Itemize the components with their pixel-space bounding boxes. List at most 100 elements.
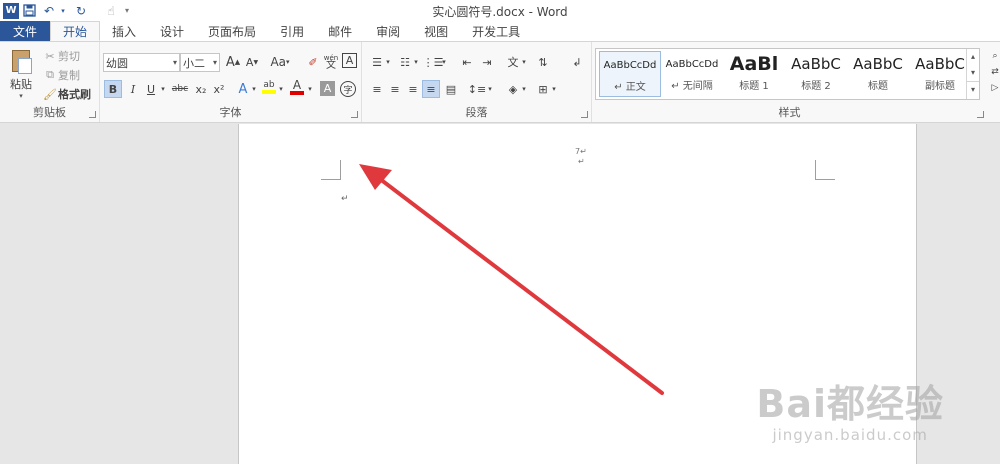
distributed-icon[interactable]: ▤	[442, 80, 460, 98]
tab-insert[interactable]: 插入	[100, 21, 148, 41]
style-title[interactable]: AaBbC 标题	[847, 51, 909, 97]
style-name: ↵ 正文	[614, 82, 646, 93]
borders-dropdown-icon[interactable]: ▾	[550, 80, 558, 98]
phonetic-bottom: 文	[326, 60, 336, 71]
font-size-combo[interactable]: 小二 ▾	[180, 53, 220, 72]
character-border-icon: A	[345, 54, 354, 67]
document-area[interactable]: 7↵ ↵ ↵ Bai都经验 jingyan.baidu.com	[0, 124, 1000, 464]
tab-review[interactable]: 审阅	[364, 21, 412, 41]
arrow-shaft	[374, 174, 664, 395]
paste-dropdown-icon[interactable]: ▾	[6, 92, 36, 100]
line-spacing-icon[interactable]: ↕≡	[468, 80, 486, 98]
copy-icon: ⧉	[46, 68, 54, 81]
change-case-button[interactable]: Aa ▾	[266, 53, 294, 71]
shading-dropdown-icon[interactable]: ▾	[520, 80, 528, 98]
sort-icon[interactable]: ⇅	[534, 53, 552, 71]
enclose-characters-button[interactable]: 字	[340, 81, 356, 97]
font-color-button[interactable]: A	[288, 78, 306, 96]
font-launcher-icon[interactable]	[351, 111, 358, 118]
styles-launcher-icon[interactable]	[977, 111, 984, 118]
clipboard-group: 粘贴 ▾ ✂ 剪切 ⧉ 复制 🖌 格式刷 剪贴板	[0, 42, 100, 122]
editing-group-partial: ⌕ ⇄ ▷	[990, 42, 1000, 122]
paste-button[interactable]: 粘贴 ▾	[6, 48, 36, 104]
select-icon[interactable]: ▷	[990, 80, 1000, 96]
bullets-dropdown-icon[interactable]: ▾	[384, 53, 392, 71]
cut-label: 剪切	[58, 50, 80, 63]
tab-design[interactable]: 设计	[148, 21, 196, 41]
tab-home[interactable]: 开始	[50, 21, 101, 41]
style-heading-2[interactable]: AaBbC 标题 2	[785, 51, 847, 97]
clipboard-launcher-icon[interactable]	[89, 111, 96, 118]
character-shading-button[interactable]: A	[320, 81, 335, 96]
numbering-dropdown-icon[interactable]: ▾	[412, 53, 420, 71]
chevron-down-icon: ▾	[212, 58, 217, 67]
strikethrough-icon: abc	[171, 84, 189, 94]
find-icon[interactable]: ⌕	[990, 48, 1000, 64]
highlight-button[interactable]: ab	[260, 78, 278, 96]
phonetic-guide-button[interactable]: wén 文	[322, 53, 340, 71]
tab-file[interactable]: 文件	[0, 21, 50, 41]
cut-button[interactable]: ✂ 剪切	[42, 47, 80, 65]
style-sample: AaBbC	[853, 55, 903, 73]
tab-developer[interactable]: 开发工具	[460, 21, 532, 41]
grow-font-icon: A	[225, 54, 235, 70]
styles-gallery: AaBbCcDd ↵ 正文 AaBbCcDd ↵ 无间隔 AaBl 标题 1 A…	[595, 48, 980, 100]
superscript-button[interactable]: x²	[210, 80, 228, 98]
shrink-font-button[interactable]: A ▼	[243, 53, 261, 71]
font-group: 幼圆 ▾ 小二 ▾ A ▲ A ▼ Aa ▾ ✐ wén 文 A B I U ▾ ab…	[100, 42, 362, 122]
text-effects-icon: A	[238, 81, 248, 97]
chevron-down-icon: ▾	[172, 58, 177, 67]
tab-mailings[interactable]: 邮件	[316, 21, 364, 41]
gallery-up-icon[interactable]: ▴	[967, 49, 979, 65]
character-border-button[interactable]: A	[342, 53, 357, 68]
paragraph-group: ☰ ▾ ☷ ▾ ⋮☰ ▾ ⇤ ⇥ 文 ▾ ⇅ ↲ ≡ ≡ ≡ ≡ ▤ ↕≡ ▾ …	[362, 42, 592, 122]
subscript-button[interactable]: x₂	[192, 80, 210, 98]
tab-page-layout[interactable]: 页面布局	[196, 21, 268, 41]
shrink-font-icon: A	[245, 55, 254, 69]
align-center-icon[interactable]: ≡	[386, 80, 404, 98]
text-effects-dropdown-icon[interactable]: ▾	[250, 80, 258, 98]
style-name: 副标题	[925, 81, 955, 92]
justify-icon[interactable]: ≡	[422, 80, 440, 98]
italic-button[interactable]: I	[124, 80, 142, 98]
watermark-logo: Bai都经验	[756, 382, 944, 426]
paragraph-launcher-icon[interactable]	[581, 111, 588, 118]
bold-button[interactable]: B	[104, 80, 122, 98]
multilevel-dropdown-icon[interactable]: ▾	[440, 53, 448, 71]
format-painter-label: 格式刷	[58, 88, 91, 101]
tab-view[interactable]: 视图	[412, 21, 460, 41]
highlight-dropdown-icon[interactable]: ▾	[277, 80, 285, 98]
baidu-watermark: Bai都经验 jingyan.baidu.com	[756, 373, 944, 444]
font-name-combo[interactable]: 幼圆 ▾	[103, 53, 180, 72]
style-subtitle[interactable]: AaBbC 副标题	[909, 51, 971, 97]
brush-icon: 🖌	[43, 87, 57, 101]
enclose-characters-icon: 字	[343, 85, 353, 96]
grow-font-button[interactable]: A ▲	[224, 53, 242, 71]
watermark-url: jingyan.baidu.com	[772, 426, 928, 444]
gallery-down-icon[interactable]: ▾	[967, 65, 979, 81]
show-marks-icon[interactable]: ↲	[568, 53, 586, 71]
decrease-indent-icon[interactable]: ⇤	[458, 53, 476, 71]
gallery-more-icon[interactable]: ▾	[967, 81, 979, 97]
copy-button[interactable]: ⧉ 复制	[42, 66, 80, 84]
format-painter-button[interactable]: 🖌 格式刷	[42, 85, 91, 103]
tab-references[interactable]: 引用	[268, 21, 316, 41]
style-no-spacing[interactable]: AaBbCcDd ↵ 无间隔	[661, 51, 723, 97]
scissors-icon: ✂	[45, 49, 55, 63]
style-normal[interactable]: AaBbCcDd ↵ 正文	[599, 51, 661, 97]
clear-formatting-icon[interactable]: ✐	[304, 53, 322, 71]
clipboard-group-label: 剪贴板	[33, 106, 66, 119]
line-spacing-dropdown-icon[interactable]: ▾	[486, 80, 494, 98]
chinese-layout-dropdown-icon[interactable]: ▾	[520, 53, 528, 71]
font-color-dropdown-icon[interactable]: ▾	[306, 80, 314, 98]
style-heading-1[interactable]: AaBl 标题 1	[723, 51, 785, 97]
font-color-bar	[290, 90, 304, 95]
strikethrough-button[interactable]: abc	[170, 80, 190, 98]
underline-dropdown-icon[interactable]: ▾	[158, 80, 168, 98]
increase-indent-icon[interactable]: ⇥	[478, 53, 496, 71]
style-sample: AaBbC	[791, 55, 841, 73]
style-name: 标题	[868, 81, 888, 92]
align-left-icon[interactable]: ≡	[368, 80, 386, 98]
align-right-icon[interactable]: ≡	[404, 80, 422, 98]
replace-icon[interactable]: ⇄	[990, 64, 1000, 80]
